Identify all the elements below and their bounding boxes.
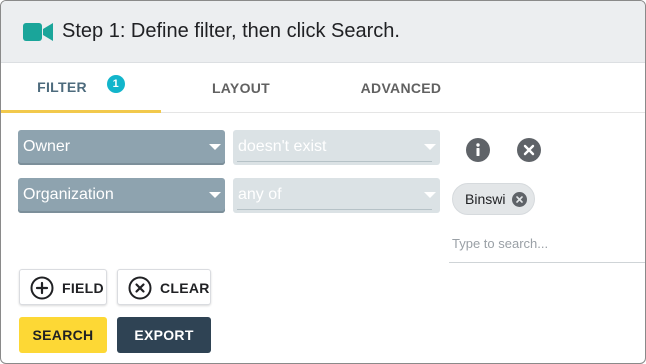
info-icon[interactable]: [466, 138, 490, 162]
search-button[interactable]: SEARCH: [19, 317, 107, 353]
operator-select-value: doesn't exist: [238, 138, 327, 155]
chip-label: Binswi: [465, 191, 506, 207]
remove-filter-icon[interactable]: [517, 138, 541, 162]
chevron-down-icon: [424, 192, 436, 198]
field-select-value: Owner: [23, 138, 71, 155]
filter-count-badge: 1: [106, 74, 125, 93]
filter-panel: Step 1: Define filter, then click Search…: [0, 0, 646, 364]
select-underline: [237, 209, 432, 210]
tab-layout[interactable]: LAYOUT: [161, 63, 321, 113]
operator-select-organization[interactable]: any of: [233, 178, 440, 213]
chevron-down-icon: [424, 144, 436, 150]
operator-select-owner[interactable]: doesn't exist: [233, 130, 440, 165]
tab-filter-label: FILTER: [37, 78, 87, 95]
add-circle-icon: [30, 276, 54, 300]
tab-advanced-label: ADVANCED: [360, 80, 442, 96]
video-camera-icon: [23, 23, 53, 41]
page-title: Step 1: Define filter, then click Search…: [62, 20, 400, 42]
header-bar: Step 1: Define filter, then click Search…: [1, 1, 645, 63]
tab-filter[interactable]: FILTER 1: [1, 63, 161, 113]
operator-select-value: any of: [238, 186, 282, 203]
export-button[interactable]: EXPORT: [117, 317, 211, 353]
chevron-down-icon: [209, 192, 221, 198]
tab-advanced[interactable]: ADVANCED: [321, 63, 481, 113]
tab-layout-label: LAYOUT: [211, 80, 271, 96]
clear-circle-icon: [128, 276, 152, 300]
value-search-input[interactable]: [449, 225, 645, 263]
clear-button[interactable]: CLEAR: [117, 269, 211, 305]
clear-label: CLEAR: [160, 280, 210, 296]
tab-bar: FILTER 1 LAYOUT ADVANCED: [1, 63, 645, 113]
value-chip[interactable]: Binswi: [452, 183, 535, 215]
chevron-down-icon: [209, 144, 221, 150]
field-select-organization[interactable]: Organization: [18, 178, 225, 213]
select-underline: [237, 161, 432, 162]
add-field-button[interactable]: FIELD: [19, 269, 107, 305]
field-select-value: Organization: [23, 186, 114, 203]
close-icon[interactable]: [512, 192, 527, 207]
add-field-label: FIELD: [62, 280, 104, 296]
field-select-owner[interactable]: Owner: [18, 130, 225, 165]
